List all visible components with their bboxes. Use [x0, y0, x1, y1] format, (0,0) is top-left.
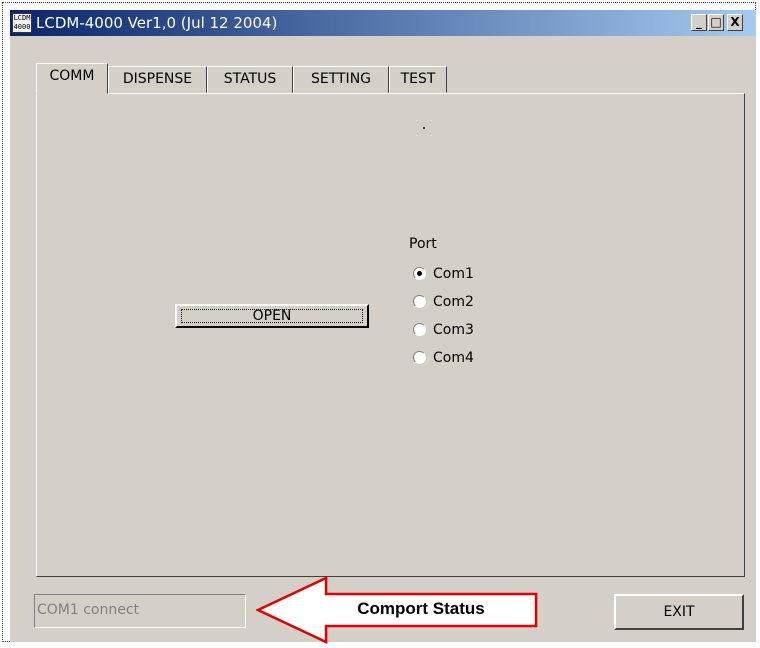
port-option-label: Com2: [433, 294, 474, 310]
comm-tab-panel: OPEN Port Com1 Com2 Com3 Com4: [36, 93, 745, 577]
comport-status-field: COM1 connect: [34, 594, 246, 628]
port-option-label: Com3: [433, 322, 474, 338]
app-window: LCDM 4000 LCDM-4000 Ver1,0 (Jul 12 2004)…: [10, 10, 756, 644]
tab-status[interactable]: STATUS: [207, 66, 293, 93]
radio-button-icon[interactable]: [413, 351, 426, 364]
focus-rectangle: [181, 309, 363, 323]
tab-comm[interactable]: COMM: [36, 63, 108, 94]
app-icon: LCDM 4000: [12, 13, 32, 33]
callout-label: Comport Status: [357, 599, 485, 618]
window-title: LCDM-4000 Ver1,0 (Jul 12 2004): [36, 14, 278, 32]
title-bar[interactable]: LCDM 4000 LCDM-4000 Ver1,0 (Jul 12 2004)…: [10, 10, 756, 36]
radio-button-icon[interactable]: [413, 323, 426, 336]
port-option-label: Com1: [433, 266, 474, 282]
radio-button-icon[interactable]: [413, 295, 426, 308]
radio-button-icon[interactable]: [413, 267, 426, 280]
open-button[interactable]: OPEN: [175, 304, 369, 328]
port-option-label: Com4: [433, 350, 474, 366]
tab-setting[interactable]: SETTING: [293, 66, 389, 93]
minimize-button[interactable]: _: [691, 14, 707, 31]
tab-test[interactable]: TEST: [389, 66, 447, 93]
port-group-label: Port: [409, 236, 437, 252]
exit-button[interactable]: EXIT: [614, 594, 744, 630]
comport-status-callout: Comport Status: [255, 576, 540, 644]
dot-marker: [423, 127, 425, 129]
maximize-button[interactable]: □: [708, 14, 724, 31]
close-button[interactable]: X: [727, 14, 743, 31]
tab-dispense[interactable]: DISPENSE: [108, 66, 207, 93]
